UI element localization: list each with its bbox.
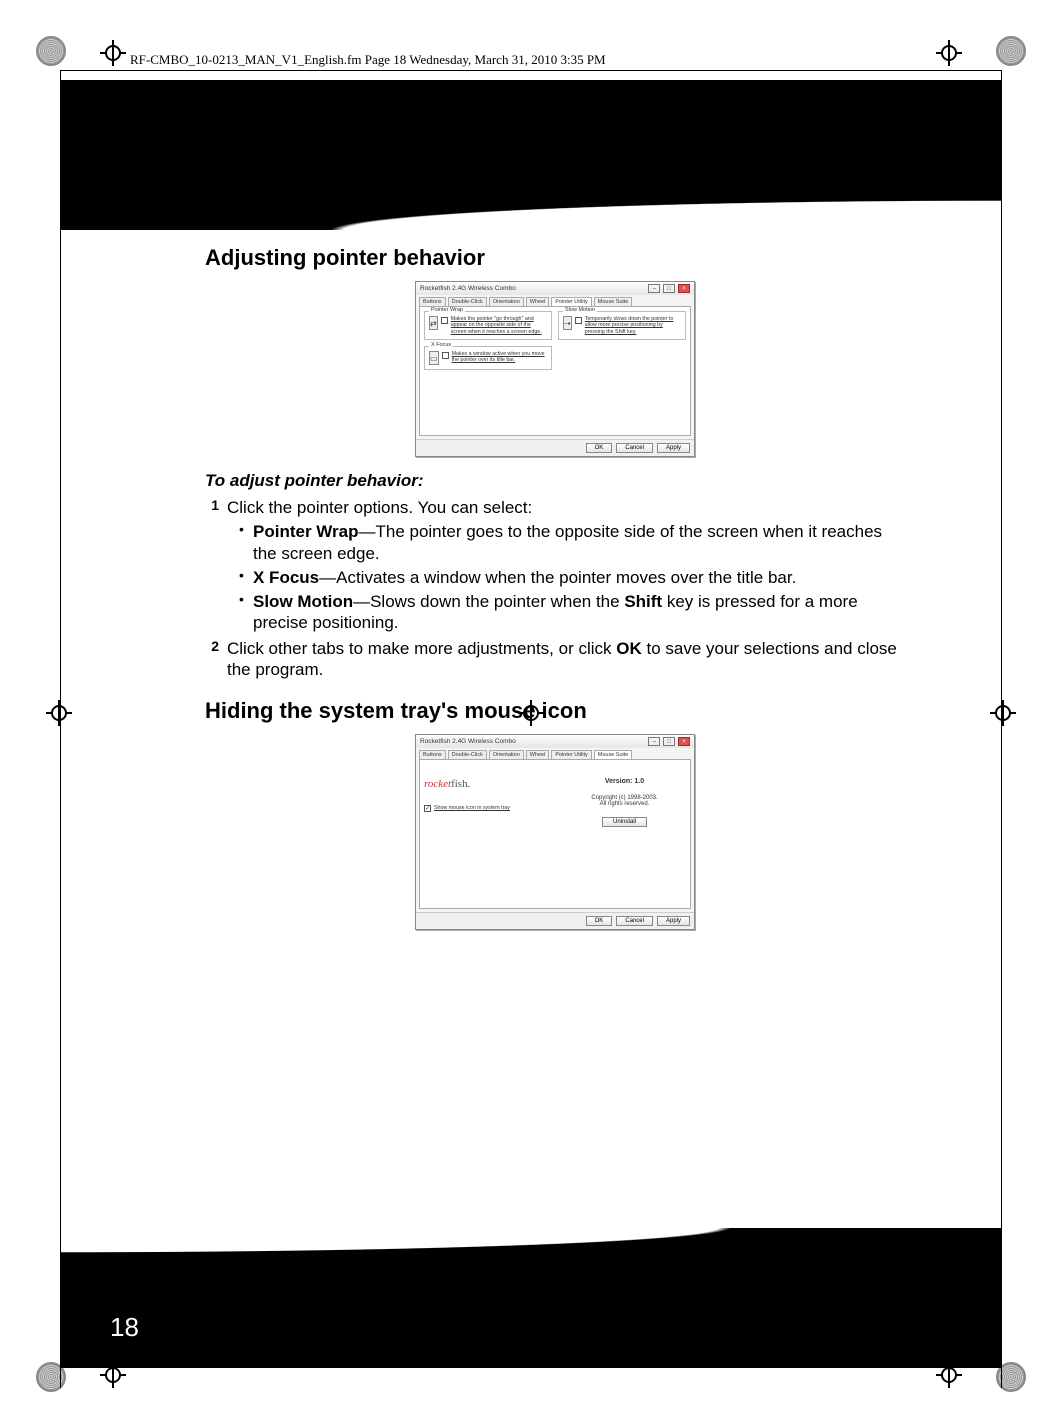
window-buttons: – □ × bbox=[647, 284, 690, 293]
tab-pointer-utility[interactable]: Pointer Utility bbox=[551, 750, 591, 759]
slow-motion-checkbox[interactable] bbox=[575, 317, 582, 324]
heading-hiding: Hiding the system tray's mouse icon bbox=[205, 698, 905, 724]
ok-button[interactable]: OK bbox=[586, 916, 613, 926]
page-number: 18 bbox=[110, 1312, 139, 1343]
subheading-adjust: To adjust pointer behavior: bbox=[205, 471, 905, 491]
dialog-title: Rocketfish 2.4G Wireless Combo bbox=[420, 738, 516, 745]
tab-wheel[interactable]: Wheel bbox=[526, 750, 550, 759]
header-band bbox=[61, 80, 1001, 230]
step-text: Click other tabs to make more adjustment… bbox=[227, 638, 905, 681]
minimize-icon[interactable]: – bbox=[648, 737, 660, 746]
show-icon-checkbox[interactable] bbox=[424, 805, 431, 812]
apply-button[interactable]: Apply bbox=[657, 443, 690, 453]
trim-right bbox=[1001, 70, 1002, 1388]
cancel-button[interactable]: Cancel bbox=[616, 443, 653, 453]
reg-mark bbox=[36, 36, 66, 66]
minimize-icon[interactable]: – bbox=[648, 284, 660, 293]
tab-mouse-suite[interactable]: Mouse Suite bbox=[594, 750, 633, 759]
group-label: Pointer Wrap bbox=[429, 307, 465, 313]
dialog-mouse-suite: Rocketfish 2.4G Wireless Combo – □ × But… bbox=[415, 734, 695, 930]
step-number: 2 bbox=[205, 638, 227, 681]
tab-buttons[interactable]: Buttons bbox=[419, 750, 446, 759]
pointer-wrap-icon: ⇄ bbox=[429, 316, 438, 330]
heading-adjusting: Adjusting pointer behavior bbox=[205, 245, 905, 271]
dialog-tabs: Buttons Double-Click Orientation Wheel P… bbox=[416, 748, 694, 759]
bullet-text: Pointer Wrap—The pointer goes to the opp… bbox=[253, 521, 905, 564]
group-label: X Focus bbox=[429, 342, 453, 348]
copyright-text: Copyright (c) 1998-2003. All rights rese… bbox=[563, 795, 686, 807]
x-focus-checkbox[interactable] bbox=[442, 352, 449, 359]
pointer-wrap-checkbox[interactable] bbox=[441, 317, 448, 324]
crop-mark bbox=[990, 700, 1016, 726]
slow-motion-desc: Temporarily slows down the pointer to al… bbox=[585, 316, 681, 335]
footer-band bbox=[61, 1228, 1001, 1368]
rocketfish-logo: rocketfish. bbox=[424, 778, 547, 790]
close-icon[interactable]: × bbox=[678, 737, 690, 746]
tab-wheel[interactable]: Wheel bbox=[526, 297, 550, 306]
dialog-title: Rocketfish 2.4G Wireless Combo bbox=[420, 285, 516, 292]
step-number: 1 bbox=[205, 497, 227, 518]
group-x-focus: X Focus ▭ Makes a window active when you… bbox=[424, 346, 552, 370]
maximize-icon[interactable]: □ bbox=[663, 284, 675, 293]
slow-motion-icon: ⇢ bbox=[563, 316, 572, 330]
maximize-icon[interactable]: □ bbox=[663, 737, 675, 746]
bullet-icon: • bbox=[239, 567, 253, 588]
crop-mark bbox=[46, 700, 72, 726]
bullet-icon: • bbox=[239, 591, 253, 634]
bullet-text: X Focus—Activates a window when the poin… bbox=[253, 567, 905, 588]
bullet-text: Slow Motion—Slows down the pointer when … bbox=[253, 591, 905, 634]
tab-pointer-utility[interactable]: Pointer Utility bbox=[551, 297, 591, 306]
tab-doubleclick[interactable]: Double-Click bbox=[448, 297, 487, 306]
x-focus-icon: ▭ bbox=[429, 351, 439, 365]
window-buttons: – □ × bbox=[647, 737, 690, 746]
dialog-pointer-utility: Rocketfish 2.4G Wireless Combo – □ × But… bbox=[415, 281, 695, 457]
pointer-wrap-desc: Makes the pointer "go through" and appea… bbox=[451, 316, 547, 335]
show-icon-label: Show mouse icon in system tray bbox=[434, 805, 510, 811]
tab-buttons[interactable]: Buttons bbox=[419, 297, 446, 306]
header-rule bbox=[60, 70, 1002, 71]
dialog-tabs: Buttons Double-Click Orientation Wheel P… bbox=[416, 295, 694, 306]
tab-doubleclick[interactable]: Double-Click bbox=[448, 750, 487, 759]
version-label: Version: 1.0 bbox=[605, 778, 644, 785]
trim-left bbox=[60, 70, 61, 1388]
step-text: Click the pointer options. You can selec… bbox=[227, 497, 905, 518]
close-icon[interactable]: × bbox=[678, 284, 690, 293]
group-slow-motion: Slow Motion ⇢ Temporarily slows down the… bbox=[558, 311, 686, 340]
apply-button[interactable]: Apply bbox=[657, 916, 690, 926]
crop-mark bbox=[100, 40, 126, 66]
running-header: RF-CMBO_10-0213_MAN_V1_English.fm Page 1… bbox=[130, 52, 1002, 68]
x-focus-desc: Makes a window active when you move the … bbox=[452, 351, 547, 364]
group-label: Slow Motion bbox=[563, 307, 597, 313]
tab-orientation[interactable]: Orientation bbox=[489, 297, 524, 306]
cancel-button[interactable]: Cancel bbox=[616, 916, 653, 926]
group-pointer-wrap: Pointer Wrap ⇄ Makes the pointer "go thr… bbox=[424, 311, 552, 340]
tab-orientation[interactable]: Orientation bbox=[489, 750, 524, 759]
ok-button[interactable]: OK bbox=[586, 443, 613, 453]
uninstall-button[interactable]: Uninstall bbox=[602, 817, 647, 827]
tab-mouse-suite[interactable]: Mouse Suite bbox=[594, 297, 633, 306]
bullet-icon: • bbox=[239, 521, 253, 564]
